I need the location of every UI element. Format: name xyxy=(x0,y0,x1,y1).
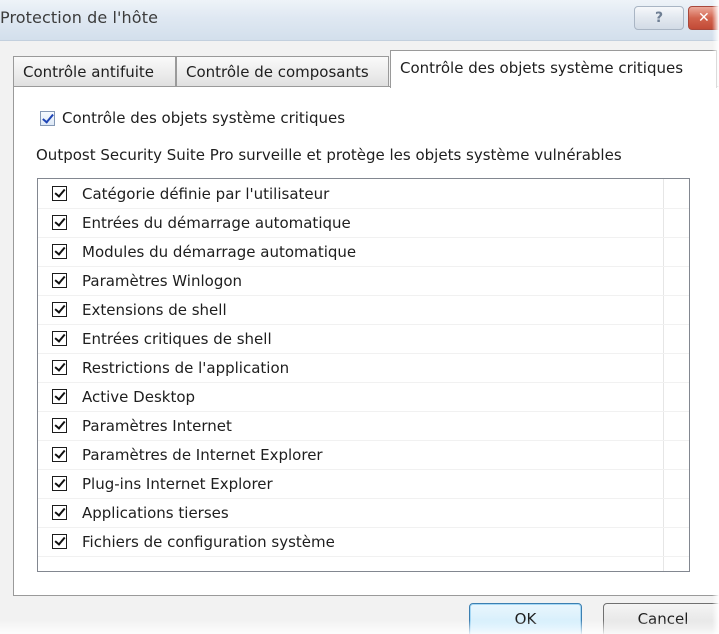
checkmark-icon xyxy=(54,360,66,372)
item-checkbox[interactable] xyxy=(52,302,67,317)
item-checkbox[interactable] xyxy=(52,360,67,375)
list-item[interactable]: Paramètres Winlogon xyxy=(38,267,689,296)
item-checkbox[interactable] xyxy=(52,447,67,462)
item-label: Entrées critiques de shell xyxy=(82,330,272,348)
list-item[interactable]: Modules du démarrage automatique xyxy=(38,238,689,267)
item-checkbox[interactable] xyxy=(52,418,67,433)
list-item[interactable]: Restrictions de l'application xyxy=(38,354,689,383)
list-item[interactable]: Catégorie définie par l'utilisateur xyxy=(38,180,689,209)
item-label: Active Desktop xyxy=(82,388,196,406)
item-label: Catégorie définie par l'utilisateur xyxy=(82,185,330,203)
critical-objects-list: Catégorie définie par l'utilisateur Entr… xyxy=(37,178,690,572)
checkmark-icon xyxy=(54,302,66,314)
main-checkbox-label: Contrôle des objets système critiques xyxy=(62,109,346,127)
cancel-button[interactable]: Cancel xyxy=(603,603,719,634)
item-checkbox[interactable] xyxy=(52,534,67,549)
tab-critical-objects[interactable]: Contrôle des objets système critiques xyxy=(390,50,717,88)
list-item[interactable]: Active Desktop xyxy=(38,383,689,412)
ok-button[interactable]: OK xyxy=(469,603,582,634)
checkmark-icon xyxy=(54,447,66,459)
item-label: Paramètres Winlogon xyxy=(82,272,243,290)
item-label: Paramètres Internet xyxy=(82,417,232,435)
list-item[interactable]: Entrées du démarrage automatique xyxy=(38,209,689,238)
window-title: Protection de l'hôte xyxy=(0,8,159,27)
item-checkbox[interactable] xyxy=(52,505,67,520)
item-checkbox[interactable] xyxy=(52,331,67,346)
item-checkbox[interactable] xyxy=(52,244,67,259)
tab-leak-control[interactable]: Contrôle antifuite xyxy=(13,56,176,86)
list-item[interactable]: Paramètres de Internet Explorer xyxy=(38,441,689,470)
item-label: Modules du démarrage automatique xyxy=(82,243,357,261)
checkmark-icon xyxy=(54,244,66,256)
help-button[interactable]: ? xyxy=(634,6,684,30)
title-bar[interactable]: Protection de l'hôte ? ✕ xyxy=(0,0,719,41)
item-checkbox[interactable] xyxy=(52,389,67,404)
checkmark-icon xyxy=(54,534,66,546)
dialog-window: Protection de l'hôte ? ✕ Contrôle antifu… xyxy=(0,0,719,634)
item-label: Paramètres de Internet Explorer xyxy=(82,446,323,464)
item-label: Fichiers de configuration système xyxy=(82,533,335,551)
checkmark-icon xyxy=(54,215,66,227)
checkmark-icon xyxy=(54,505,66,517)
checkmark-icon xyxy=(54,273,66,285)
list-item[interactable]: Paramètres Internet xyxy=(38,412,689,441)
close-icon: ✕ xyxy=(698,10,710,26)
checkmark-icon xyxy=(54,389,66,401)
item-label: Restrictions de l'application xyxy=(82,359,290,377)
checkmark-icon xyxy=(54,476,66,488)
list-item[interactable]: Fichiers de configuration système xyxy=(38,528,689,557)
description-text: Outpost Security Suite Pro surveille et … xyxy=(36,146,622,164)
item-checkbox[interactable] xyxy=(52,215,67,230)
checkmark-icon xyxy=(42,110,54,124)
list-item[interactable]: Plug-ins Internet Explorer xyxy=(38,470,689,499)
checkmark-icon xyxy=(54,418,66,430)
item-checkbox[interactable] xyxy=(52,476,67,491)
checkmark-icon xyxy=(54,186,66,198)
item-checkbox[interactable] xyxy=(52,186,67,201)
main-checkbox-row[interactable]: Contrôle des objets système critiques xyxy=(40,108,345,128)
item-label: Plug-ins Internet Explorer xyxy=(82,475,273,493)
list-item[interactable]: Extensions de shell xyxy=(38,296,689,325)
checkmark-icon xyxy=(54,331,66,343)
item-label: Entrées du démarrage automatique xyxy=(82,214,351,232)
item-checkbox[interactable] xyxy=(52,273,67,288)
item-label: Extensions de shell xyxy=(82,301,227,319)
item-label: Applications tierses xyxy=(82,504,229,522)
close-button[interactable]: ✕ xyxy=(688,6,719,30)
main-checkbox[interactable] xyxy=(40,110,55,126)
list-item[interactable]: Applications tierses xyxy=(38,499,689,528)
list-item[interactable]: Entrées critiques de shell xyxy=(38,325,689,354)
tab-component-control[interactable]: Contrôle de composants xyxy=(176,56,389,86)
